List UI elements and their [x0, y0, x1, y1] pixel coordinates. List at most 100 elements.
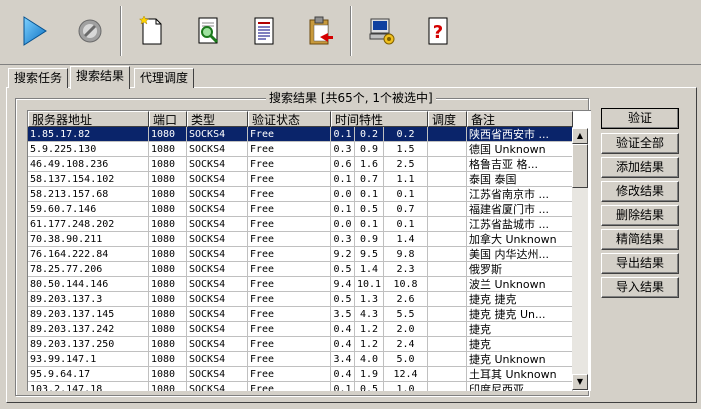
- tab-proxy-scheduling[interactable]: 代理调度: [134, 68, 195, 88]
- paste-button[interactable]: [296, 6, 344, 56]
- table-row[interactable]: 78.25.77.206 1080 SOCKS4 Free 0.5 1.4 2.3 俄罗斯: [28, 262, 573, 277]
- table-row[interactable]: 61.177.248.202 1080 SOCKS4 Free 0.0 0.1 0.1 江苏省…: [28, 217, 573, 232]
- cell-time-min: 0.4: [331, 322, 355, 337]
- cell-time-avg: 0.9: [355, 232, 384, 247]
- table-row[interactable]: 89.203.137.250 1080 SOCKS4 Free 0.4 1.2 2.4 捷克: [28, 337, 573, 352]
- cell-time-avg: 10.1: [355, 277, 384, 292]
- cell-status: Free: [248, 202, 331, 217]
- report-button[interactable]: [240, 6, 288, 56]
- cell-note: 土耳其 Unknown: [467, 367, 573, 382]
- cell-schedule: [428, 202, 467, 217]
- cell-note: 俄罗斯: [467, 262, 573, 277]
- cell-address: 58.213.157.68: [28, 187, 149, 202]
- column-header-address[interactable]: 服务器地址: [28, 111, 149, 127]
- tab-search-task[interactable]: 搜索任务: [8, 68, 69, 88]
- table-row[interactable]: 89.203.137.3 1080 SOCKS4 Free 0.5 1.3 2.6 捷克 捷克: [28, 292, 573, 307]
- scroll-up-button[interactable]: ▲: [572, 128, 588, 144]
- cell-status: Free: [248, 262, 331, 277]
- cell-status: Free: [248, 337, 331, 352]
- cell-note: 波兰 Unknown: [467, 277, 573, 292]
- cell-time-min: 0.1: [331, 127, 355, 142]
- table-row[interactable]: 5.9.225.130 1080 SOCKS4 Free 0.3 0.9 1.5 德国 Unk…: [28, 142, 573, 157]
- column-header-port[interactable]: 端口: [149, 111, 187, 127]
- cell-time-min: 3.5: [331, 307, 355, 322]
- cell-status: Free: [248, 142, 331, 157]
- cell-note: 江苏省南京市 ...: [467, 187, 573, 202]
- edit-result-button[interactable]: 修改结果: [601, 181, 679, 202]
- cell-time-min: 0.1: [331, 202, 355, 217]
- cell-status: Free: [248, 217, 331, 232]
- cell-type: SOCKS4: [187, 202, 248, 217]
- help-button[interactable]: ?: [414, 6, 462, 56]
- cell-time-max: 0.7: [384, 202, 428, 217]
- stop-button[interactable]: [66, 6, 114, 56]
- export-result-button[interactable]: 导出结果: [601, 253, 679, 274]
- verify-all-button[interactable]: 验证全部: [601, 133, 679, 154]
- cell-status: Free: [248, 307, 331, 322]
- start-button[interactable]: [10, 6, 58, 56]
- cell-time-avg: 1.3: [355, 292, 384, 307]
- cell-schedule: [428, 352, 467, 367]
- add-result-button[interactable]: 添加结果: [601, 157, 679, 178]
- cell-time-avg: 9.5: [355, 247, 384, 262]
- new-button[interactable]: [128, 6, 176, 56]
- cell-time-avg: 0.5: [355, 202, 384, 217]
- cell-schedule: [428, 277, 467, 292]
- results-scrollbar[interactable]: ▲ ▼: [572, 128, 588, 390]
- settings-icon: [369, 18, 395, 45]
- cell-status: Free: [248, 157, 331, 172]
- scroll-down-button[interactable]: ▼: [572, 374, 588, 390]
- table-row[interactable]: 93.99.147.1 1080 SOCKS4 Free 3.4 4.0 5.0 捷克 Unk…: [28, 352, 573, 367]
- table-row[interactable]: 58.213.157.68 1080 SOCKS4 Free 0.0 0.1 0.1 江苏省南…: [28, 187, 573, 202]
- cell-time-max: 2.0: [384, 322, 428, 337]
- cell-address: 89.203.137.145: [28, 307, 149, 322]
- cell-status: Free: [248, 187, 331, 202]
- cell-schedule: [428, 157, 467, 172]
- cell-address: 103.2.147.18: [28, 382, 149, 391]
- import-result-button[interactable]: 导入结果: [601, 277, 679, 298]
- cell-port: 1080: [149, 157, 187, 172]
- verify-button[interactable]: 验证: [601, 108, 679, 129]
- cell-note: 捷克 捷克 Un...: [467, 307, 573, 322]
- results-header: 服务器地址 端口 类型 验证状态 时间特性 调度 备注: [28, 111, 573, 127]
- cell-address: 93.99.147.1: [28, 352, 149, 367]
- tab-search-results[interactable]: 搜索结果: [70, 66, 131, 89]
- cell-type: SOCKS4: [187, 187, 248, 202]
- table-row[interactable]: 76.164.222.84 1080 SOCKS4 Free 9.2 9.5 9.8 美国 内…: [28, 247, 573, 262]
- column-header-timing[interactable]: 时间特性: [331, 111, 428, 127]
- cell-address: 80.50.144.146: [28, 277, 149, 292]
- cell-type: SOCKS4: [187, 277, 248, 292]
- cell-port: 1080: [149, 337, 187, 352]
- table-row[interactable]: 70.38.90.211 1080 SOCKS4 Free 0.3 0.9 1.4 加拿大 U…: [28, 232, 573, 247]
- toolbar: ?: [0, 0, 701, 65]
- settings-button[interactable]: [358, 6, 406, 56]
- table-row[interactable]: 95.9.64.17 1080 SOCKS4 Free 0.4 1.9 12.4 土耳其 Un…: [28, 367, 573, 382]
- table-row[interactable]: 59.60.7.146 1080 SOCKS4 Free 0.1 0.5 0.7 福建省厦门市…: [28, 202, 573, 217]
- results-list[interactable]: 服务器地址 端口 类型 验证状态 时间特性 调度 备注 1.85.17.82 10…: [27, 110, 591, 391]
- delete-result-button[interactable]: 删除结果: [601, 205, 679, 226]
- find-button[interactable]: [184, 6, 232, 56]
- cell-note: 福建省厦门市 ...: [467, 202, 573, 217]
- table-row[interactable]: 80.50.144.146 1080 SOCKS4 Free 9.4 10.1 10.8 波兰…: [28, 277, 573, 292]
- table-row[interactable]: 89.203.137.145 1080 SOCKS4 Free 3.5 4.3 5.5 捷克 …: [28, 307, 573, 322]
- column-header-schedule[interactable]: 调度: [428, 111, 467, 127]
- column-header-type[interactable]: 类型: [187, 111, 248, 127]
- table-row[interactable]: 46.49.108.236 1080 SOCKS4 Free 0.6 1.6 2.5 格鲁吉亚…: [28, 157, 573, 172]
- cell-time-max: 1.1: [384, 172, 428, 187]
- column-header-status[interactable]: 验证状态: [248, 111, 331, 127]
- column-header-note[interactable]: 备注: [467, 111, 573, 127]
- cell-time-min: 0.0: [331, 187, 355, 202]
- table-row[interactable]: 103.2.147.18 1080 SOCKS4 Free 0.1 0.5 1.0 印度尼西亚: [28, 382, 573, 391]
- cell-note: 捷克: [467, 337, 573, 352]
- scroll-thumb[interactable]: [572, 144, 588, 188]
- cell-time-max: 0.1: [384, 217, 428, 232]
- cell-time-max: 9.8: [384, 247, 428, 262]
- table-row[interactable]: 89.203.137.242 1080 SOCKS4 Free 0.4 1.2 2.0 捷克: [28, 322, 573, 337]
- toolbar-separator: [120, 6, 122, 56]
- table-row[interactable]: 1.85.17.82 1080 SOCKS4 Free 0.1 0.2 0.2 陕西省西安市 …: [28, 127, 573, 142]
- cell-note: 印度尼西亚: [467, 382, 573, 391]
- simplify-result-button[interactable]: 精简结果: [601, 229, 679, 250]
- cell-time-min: 0.1: [331, 172, 355, 187]
- cell-time-max: 12.4: [384, 367, 428, 382]
- table-row[interactable]: 58.137.154.102 1080 SOCKS4 Free 0.1 0.7 1.1 泰国 …: [28, 172, 573, 187]
